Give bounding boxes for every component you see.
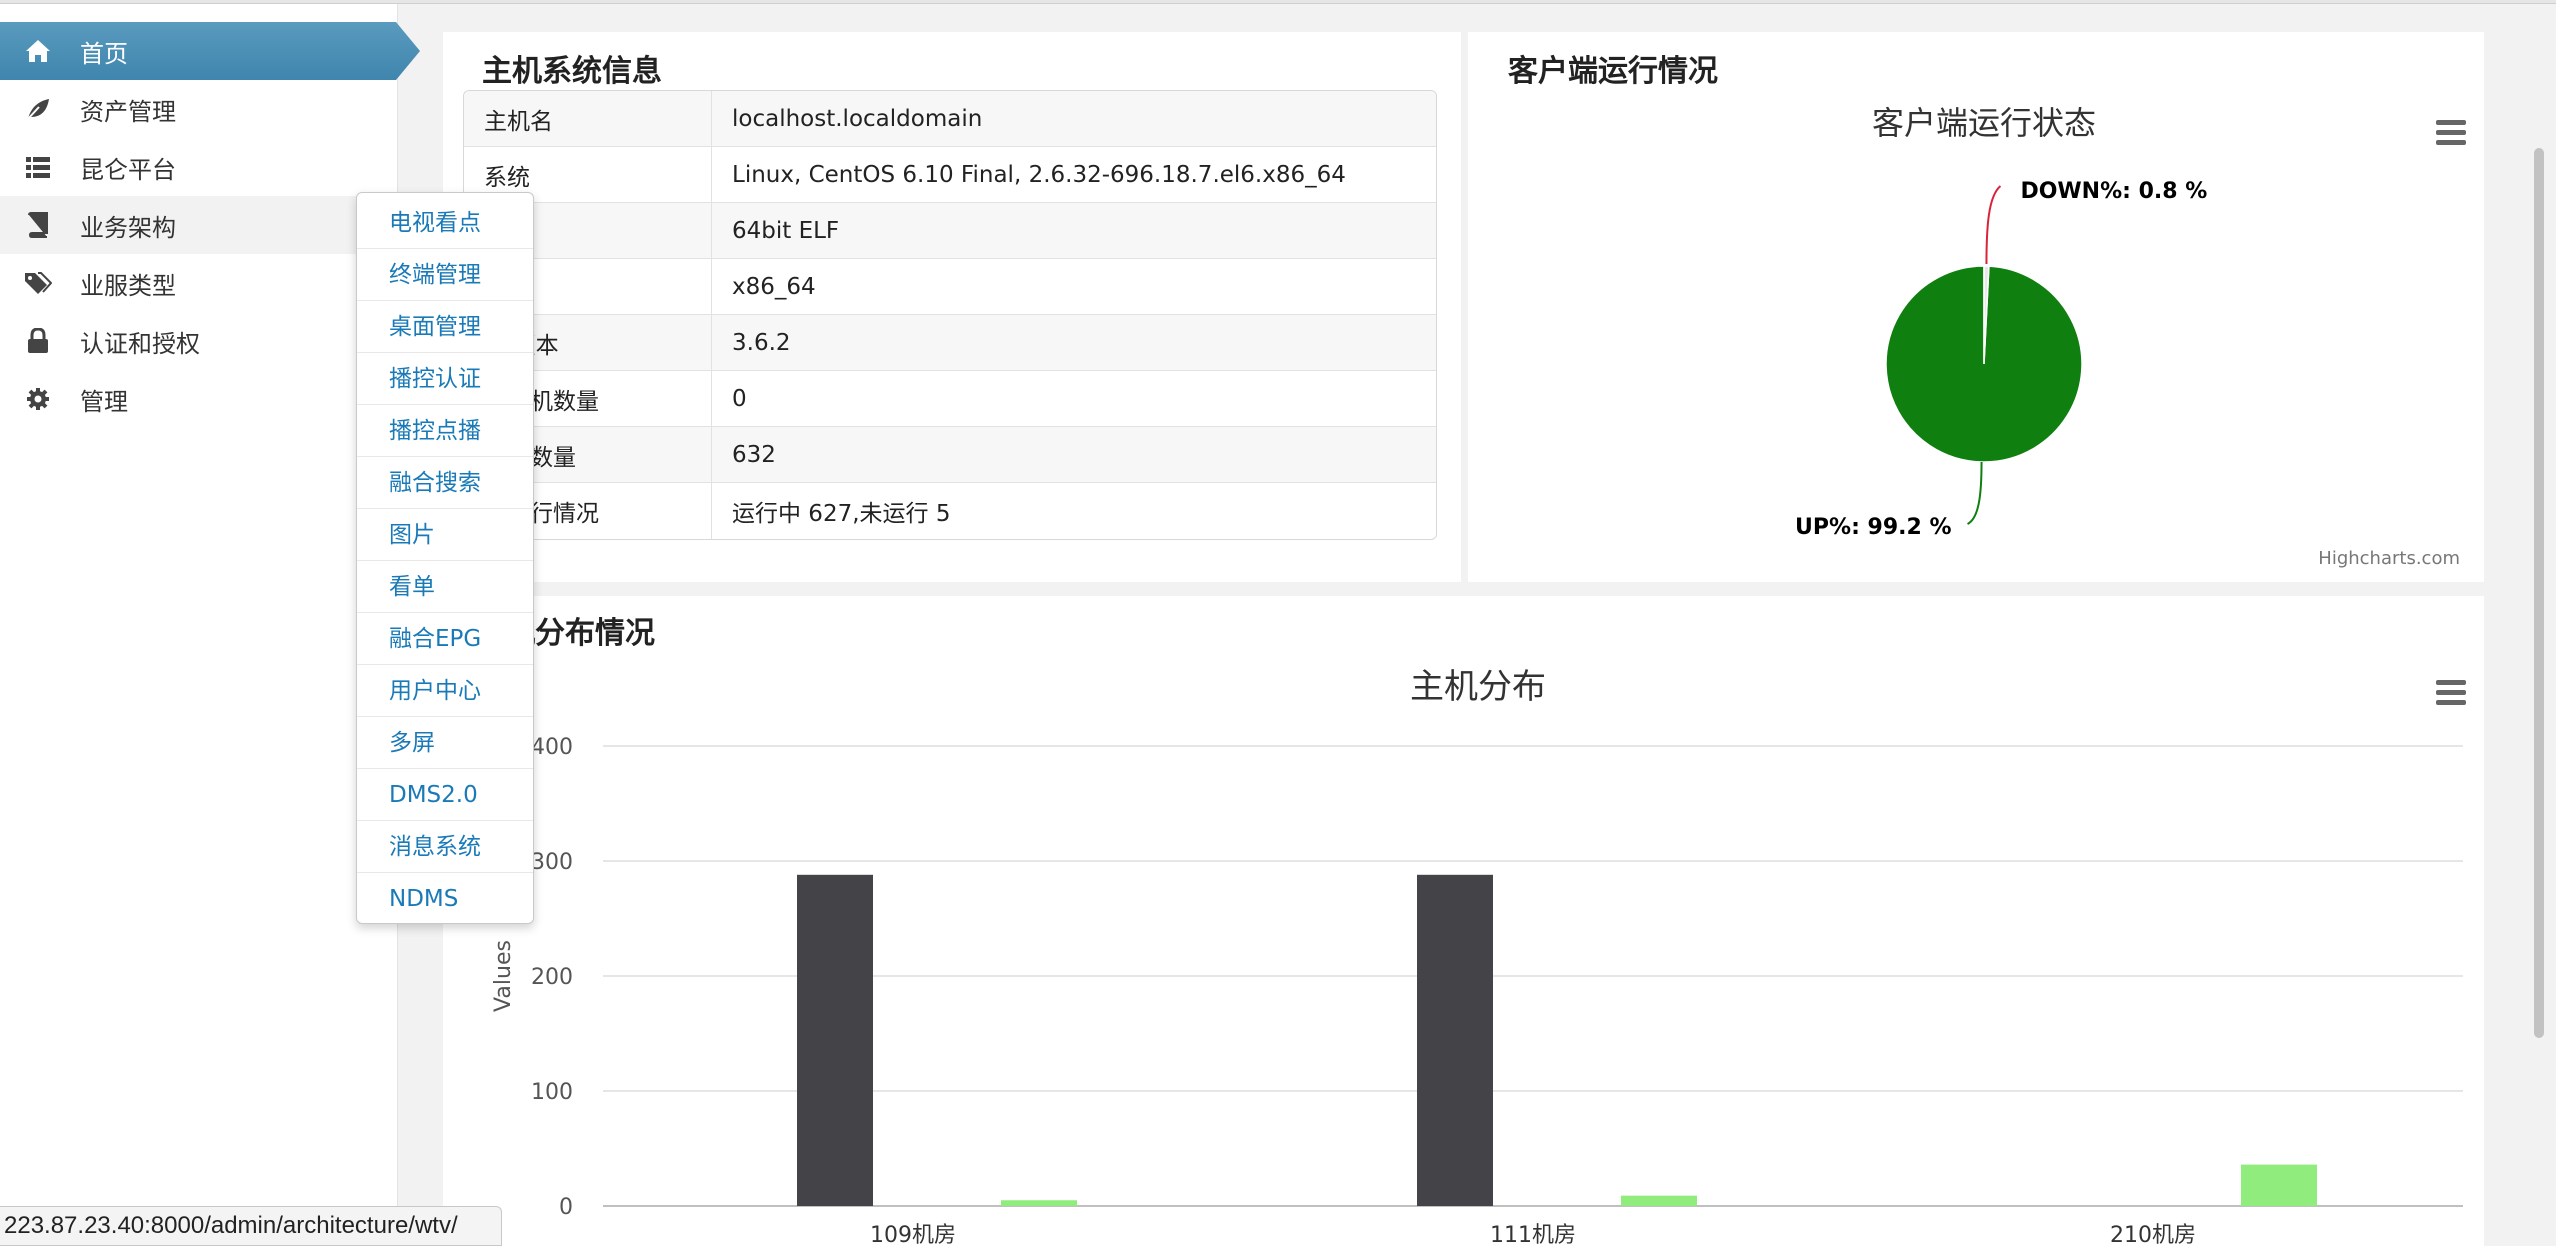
sidebar-item-label: 首页 xyxy=(80,39,128,68)
sidebar-item-architecture[interactable]: 业务架构 xyxy=(0,196,398,254)
sidebar-item-auth[interactable]: 认证和授权 xyxy=(0,312,398,370)
bar xyxy=(2241,1164,2317,1206)
bar xyxy=(1621,1195,1697,1206)
x-tick-label: 109机房 xyxy=(870,1223,956,1246)
submenu-item[interactable]: DMS2.0 xyxy=(357,769,533,821)
info-row: 端运行情况 运行中 627,未运行 5 xyxy=(464,483,1436,539)
info-value: 3.6.2 xyxy=(712,315,1436,371)
client-pie-chart: 客户端运行状态 DOWN%: 0.8 % UP%: 99.2 % Highcharts… xyxy=(1795,104,2466,569)
highcharts-credit: Highcharts.com xyxy=(2318,548,2460,569)
book-icon xyxy=(22,209,54,241)
menu-bar xyxy=(2436,690,2466,695)
submenu-item[interactable]: 消息系统 xyxy=(357,821,533,873)
info-value: Linux, CentOS 6.10 Final, 2.6.32-696.18.… xyxy=(712,147,1436,203)
sidebar-item-label: 管理 xyxy=(80,387,128,416)
info-row: on版本3.6.2 xyxy=(464,315,1436,371)
info-row: 系统 Linux, CentOS 6.10 Final, 2.6.32-696.1… xyxy=(464,147,1436,203)
list-icon xyxy=(22,151,54,183)
sidebar-item-home[interactable]: 首页 xyxy=(0,22,420,80)
info-value: x86_64 xyxy=(712,259,1436,315)
submenu-item[interactable]: 用户中心 xyxy=(357,665,533,717)
menu-bar xyxy=(2436,700,2466,705)
bar xyxy=(1001,1200,1077,1206)
y-tick-label: 200 xyxy=(531,965,573,990)
sidebar-item-kunlun[interactable]: 昆仑平台 xyxy=(0,138,398,196)
y-tick-label: 100 xyxy=(531,1080,573,1105)
submenu-item[interactable]: 电视看点 xyxy=(357,197,533,249)
pie-chart-title: 客户端运行状态 xyxy=(1872,104,2096,142)
info-value: 运行中 627,未运行 5 xyxy=(732,501,951,527)
leaf-icon xyxy=(22,93,54,125)
submenu-item[interactable]: 融合搜索 xyxy=(357,457,533,509)
home-icon xyxy=(22,35,54,67)
sidebar-item-admin[interactable]: 管理 xyxy=(0,370,398,428)
sidebar-item-assets[interactable]: 资产管理 xyxy=(0,80,398,138)
x-tick-label: 210机房 xyxy=(2110,1223,2196,1246)
info-value: localhost.localdomain xyxy=(712,91,1436,147)
submenu-item[interactable]: 看单 xyxy=(357,561,533,613)
host-info-table: 主机名 localhost.localdomain 系统 Linux, CentOS … xyxy=(463,90,1437,540)
sidebar-item-label: 业服类型 xyxy=(80,271,176,300)
pie-connector-up xyxy=(1966,461,1983,525)
sidebar-item-label: 业务架构 xyxy=(80,213,176,242)
pie-label-down: DOWN%: 0.8 % xyxy=(2020,179,2207,204)
tags-icon xyxy=(22,267,54,299)
submenu-item[interactable]: NDMS xyxy=(357,873,533,925)
sidebar-item-label: 资产管理 xyxy=(80,97,176,126)
submenu-item[interactable]: 播控点播 xyxy=(357,405,533,457)
chart-menu-icon[interactable] xyxy=(2436,680,2466,705)
menu-bar xyxy=(2436,140,2466,145)
status-bar-url: 223.87.23.40:8000/admin/architecture/wtv… xyxy=(0,1206,502,1246)
scrollbar-thumb[interactable] xyxy=(2534,148,2544,1038)
submenu-item[interactable]: 桌面管理 xyxy=(357,301,533,353)
architecture-submenu: 电视看点 终端管理 桌面管理 播控认证 播控点播 融合搜索 图片 看单 融合EPG 用户中心 多屏 D… xyxy=(356,192,534,924)
host-bar-chart: 主机分布 0 100 200 300 400 Values 109机房 111机房 210机房 xyxy=(491,667,2466,1246)
y-tick-label: 400 xyxy=(531,735,573,760)
menu-bar xyxy=(2436,680,2466,685)
pie-label-up: UP%: 99.2 % xyxy=(1795,515,1951,540)
submenu-item[interactable]: 终端管理 xyxy=(357,249,533,301)
info-row: 主机数量632 xyxy=(464,427,1436,483)
menu-bar xyxy=(2436,130,2466,135)
submenu-item[interactable]: 图片 xyxy=(357,509,533,561)
y-tick-label: 0 xyxy=(559,1195,573,1220)
info-value: 632 xyxy=(712,427,1436,483)
submenu-item[interactable]: 融合EPG xyxy=(357,613,533,665)
submenu-item[interactable]: 播控认证 xyxy=(357,353,533,405)
client-status-title: 客户端运行情况 xyxy=(1508,54,1718,89)
sidebar-item-label: 认证和授权 xyxy=(80,329,200,358)
bar xyxy=(797,874,873,1206)
info-value: 0 xyxy=(712,371,1436,427)
sidebar: 首页 资产管理 昆仑平台 业务架构 业服类型 认证和授权 管理 xyxy=(0,4,420,1246)
y-tick-label: 300 xyxy=(531,850,573,875)
pie-connector-down xyxy=(1985,185,2002,265)
info-row: 器x86_64 xyxy=(464,259,1436,315)
menu-bar xyxy=(2436,120,2466,125)
bar-chart-title: 主机分布 xyxy=(1410,667,1546,707)
info-row: 宿主机数量 0 xyxy=(464,371,1436,427)
sidebar-item-label: 昆仑平台 xyxy=(80,155,176,184)
sidebar-item-service-types[interactable]: 业服类型 xyxy=(0,254,398,312)
x-tick-label: 111机房 xyxy=(1490,1223,1576,1246)
bar xyxy=(1417,874,1493,1206)
info-row: 主机名 localhost.localdomain xyxy=(464,91,1436,147)
lock-icon xyxy=(22,325,54,357)
info-row: 64bit ELF xyxy=(464,203,1436,259)
y-axis-label: Values xyxy=(491,940,516,1012)
info-value: 64bit ELF xyxy=(712,203,1436,259)
info-key: 主机名 xyxy=(464,91,712,147)
chart-menu-icon[interactable] xyxy=(2436,120,2466,145)
host-info-title: 主机系统信息 xyxy=(482,54,662,89)
submenu-item[interactable]: 多屏 xyxy=(357,717,533,769)
gear-icon xyxy=(22,383,54,415)
